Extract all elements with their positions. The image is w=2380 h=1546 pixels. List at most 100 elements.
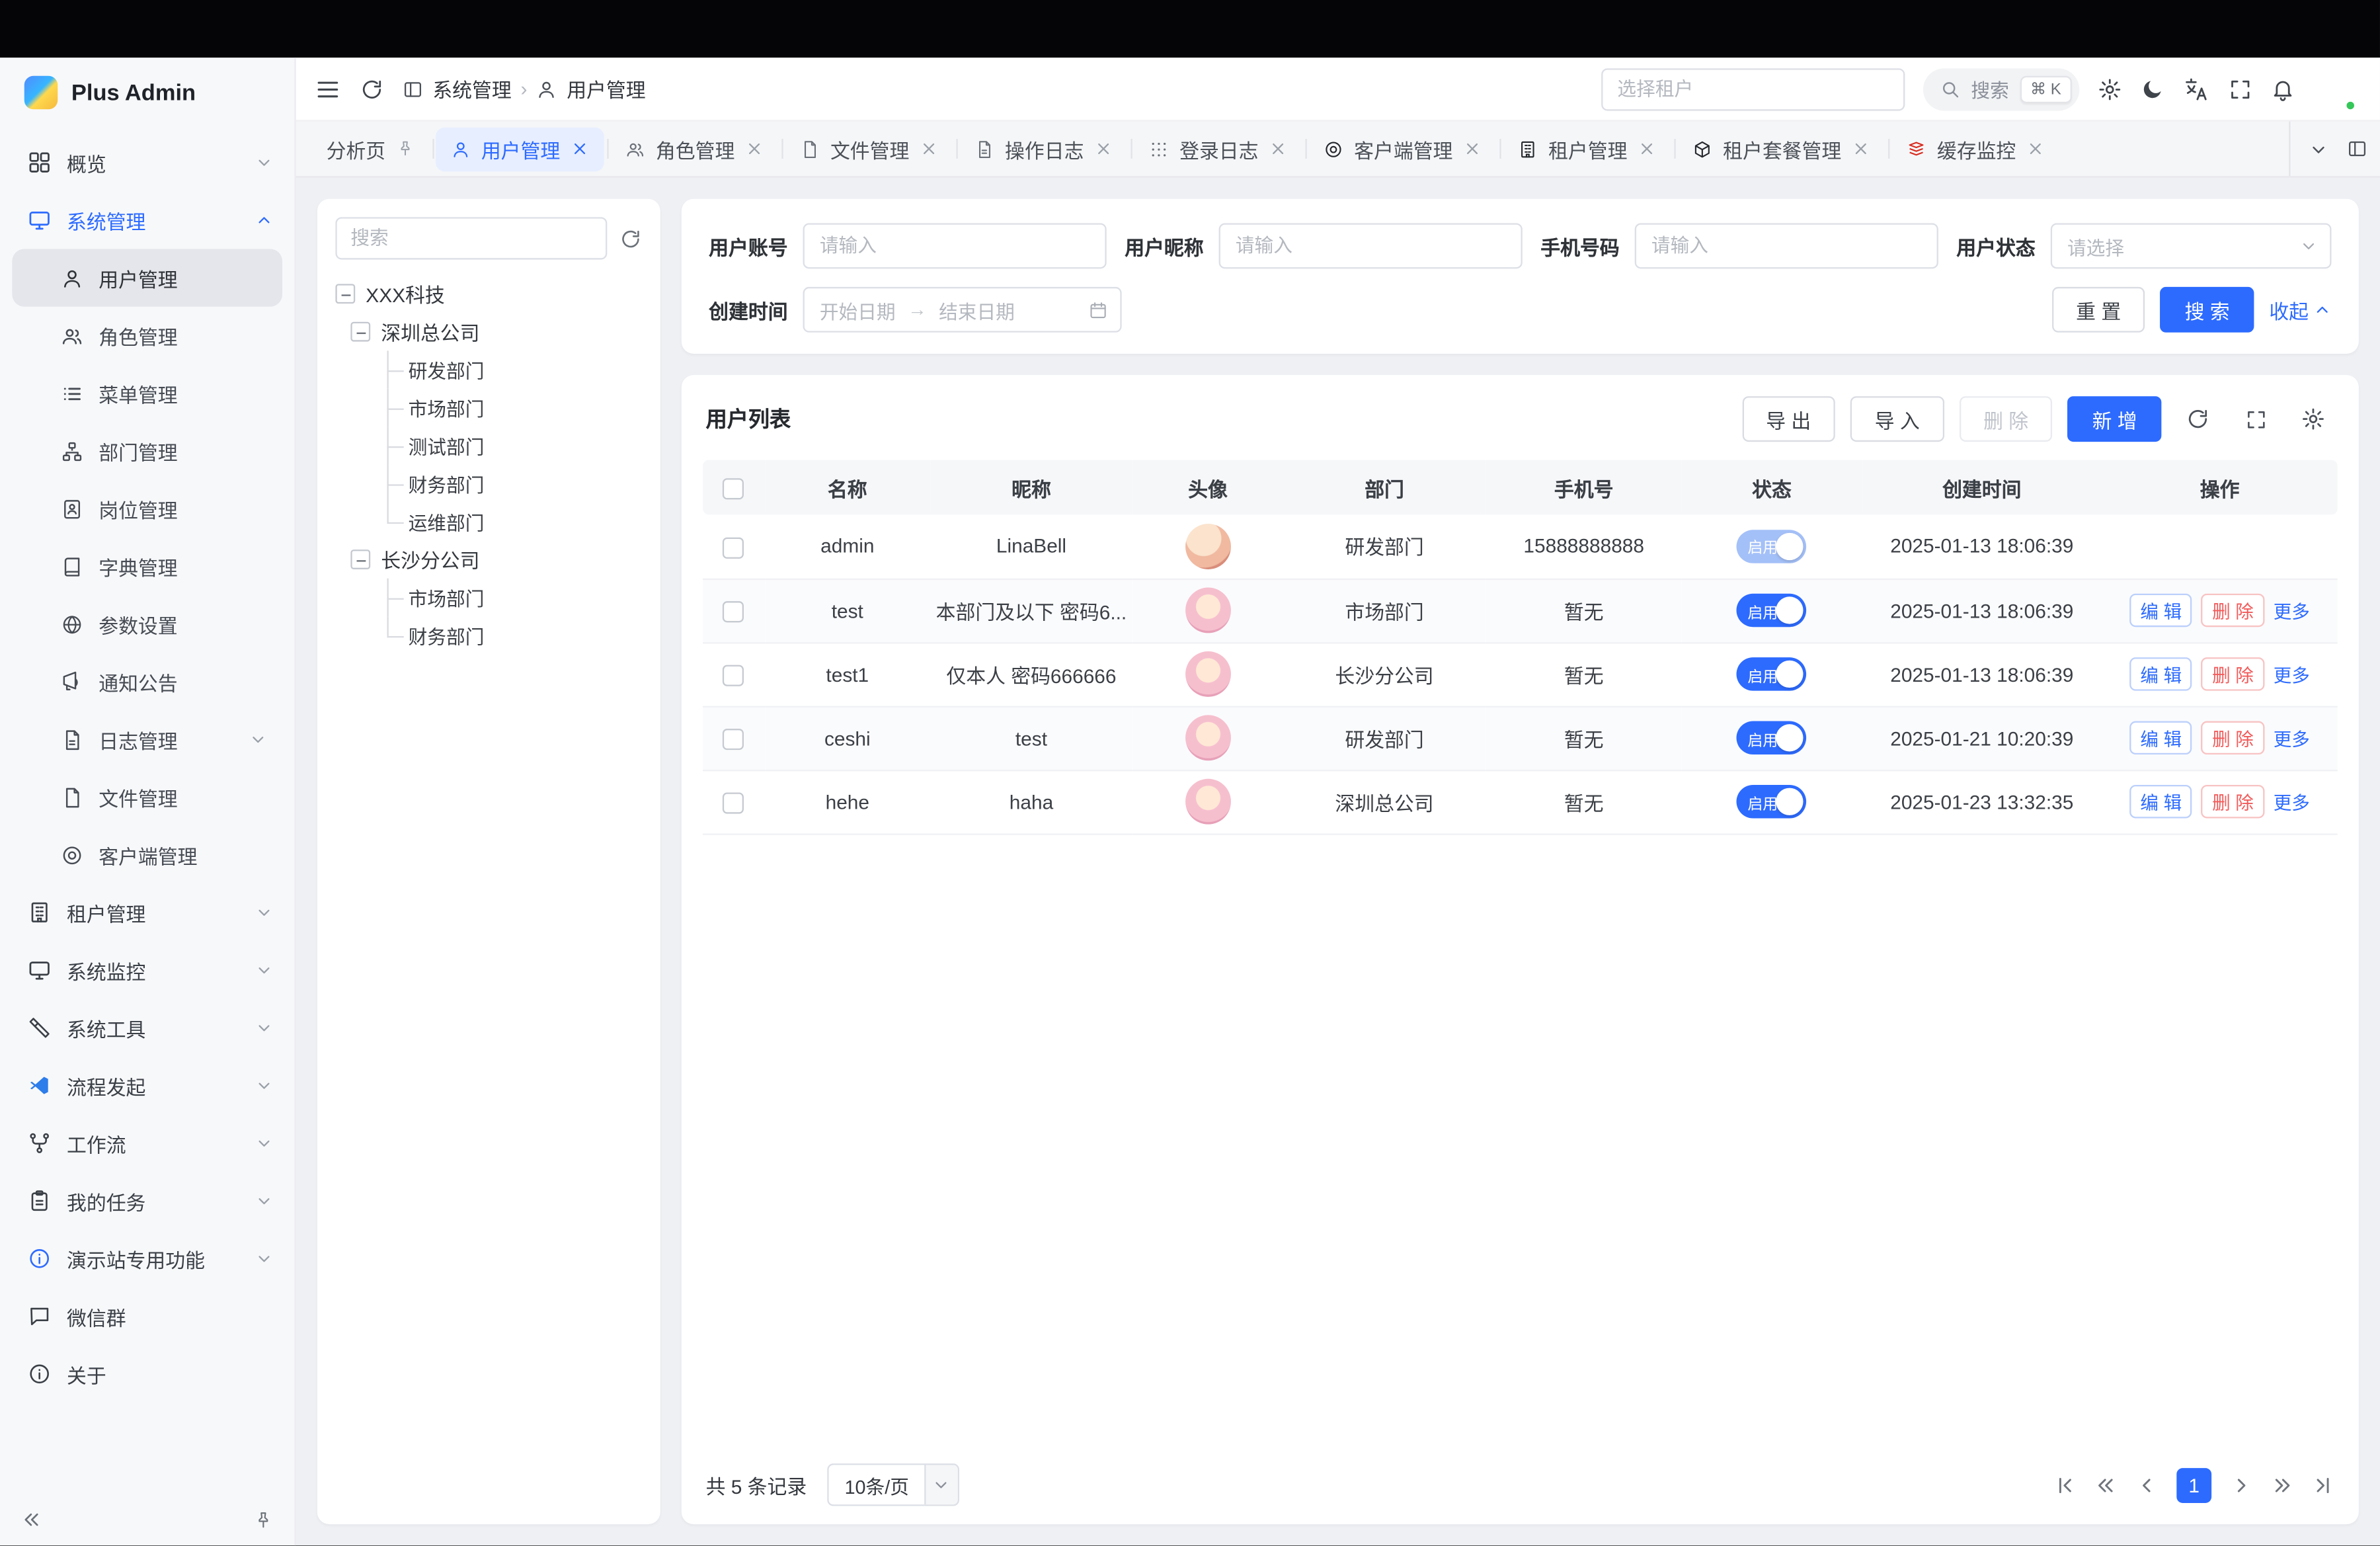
sidebar-item-workflow[interactable]: 工作流 xyxy=(0,1114,294,1172)
collapse-toggle-icon[interactable] xyxy=(350,549,370,569)
status-toggle[interactable]: 启用 xyxy=(1737,594,1807,628)
edit-button[interactable]: 编 辑 xyxy=(2129,594,2192,628)
next-page-button[interactable] xyxy=(2230,1474,2252,1496)
sidebar-item-dept-mgmt[interactable]: 部门管理 xyxy=(12,422,282,479)
notifications-bell-icon[interactable] xyxy=(2271,77,2295,101)
refresh-page-button[interactable] xyxy=(360,77,384,101)
tree-refresh-icon[interactable] xyxy=(619,227,642,249)
tab-client-mgmt[interactable]: 客户端管理 xyxy=(1308,127,1497,171)
sidebar-item-wechat-group[interactable]: 微信群 xyxy=(0,1287,294,1345)
user-avatar[interactable] xyxy=(2313,67,2356,110)
import-button[interactable]: 导 入 xyxy=(1850,396,1944,442)
sidebar-item-tenant-mgmt[interactable]: 租户管理 xyxy=(0,883,294,941)
tenant-select-input[interactable] xyxy=(1601,67,1904,110)
delete-button[interactable]: 删 除 xyxy=(1959,396,2052,442)
sidebar-item-process-start[interactable]: 流程发起 xyxy=(0,1057,294,1114)
nickname-input[interactable] xyxy=(1219,223,1523,268)
tree-node-leaf[interactable]: 财务部门 xyxy=(387,616,642,654)
close-icon[interactable] xyxy=(571,140,589,158)
sidebar-item-user-mgmt[interactable]: 用户管理 xyxy=(12,249,282,307)
edit-button[interactable]: 编 辑 xyxy=(2129,785,2192,819)
tab-login-log[interactable]: 登录日志 xyxy=(1134,127,1302,171)
sidebar-item-file-mgmt[interactable]: 文件管理 xyxy=(12,768,282,826)
status-toggle[interactable]: 启用 xyxy=(1737,657,1807,691)
close-icon[interactable] xyxy=(1638,140,1657,158)
delete-row-button[interactable]: 删 除 xyxy=(2202,594,2264,628)
row-checkbox[interactable] xyxy=(723,792,744,813)
app-logo[interactable]: Plus Admin xyxy=(0,58,294,128)
sidebar-item-my-tasks[interactable]: 我的任务 xyxy=(0,1172,294,1229)
sidebar-item-dict-mgmt[interactable]: 字典管理 xyxy=(12,538,282,595)
sidebar-item-menu-mgmt[interactable]: 菜单管理 xyxy=(12,364,282,422)
tree-node-leaf[interactable]: 市场部门 xyxy=(387,389,642,427)
first-page-button[interactable] xyxy=(2053,1474,2076,1496)
collapse-toggle-icon[interactable] xyxy=(350,322,370,342)
sidebar-item-overview[interactable]: 概览 xyxy=(0,134,294,191)
sidebar-item-system-monitor[interactable]: 系统监控 xyxy=(0,941,294,998)
sidebar-item-param-settings[interactable]: 参数设置 xyxy=(12,595,282,653)
add-button[interactable]: 新 增 xyxy=(2068,396,2161,442)
select-all-checkbox[interactable] xyxy=(723,478,744,499)
phone-input[interactable] xyxy=(1635,223,1938,268)
collapse-sidebar-icon[interactable] xyxy=(21,1510,42,1531)
search-button[interactable]: 搜 索 xyxy=(2161,287,2254,333)
settings-gear-icon[interactable] xyxy=(2098,77,2122,101)
close-icon[interactable] xyxy=(2026,140,2045,158)
row-checkbox[interactable] xyxy=(723,665,744,686)
more-button[interactable]: 更多 xyxy=(2274,597,2310,623)
reset-button[interactable]: 重 置 xyxy=(2051,287,2145,333)
tab-analysis[interactable]: 分析页 xyxy=(311,127,430,171)
status-toggle[interactable]: 启用 xyxy=(1737,785,1807,819)
tree-node-leaf[interactable]: 测试部门 xyxy=(387,427,642,464)
sidebar-item-system-tools[interactable]: 系统工具 xyxy=(0,999,294,1057)
sidebar-item-system-mgmt[interactable]: 系统管理 xyxy=(0,191,294,249)
forward-five-pages-button[interactable] xyxy=(2271,1474,2293,1496)
collapse-toggle-icon[interactable] xyxy=(335,284,355,304)
tab-role-mgmt[interactable]: 角色管理 xyxy=(610,127,779,171)
table-refresh-icon[interactable] xyxy=(2176,398,2219,440)
pin-icon[interactable] xyxy=(253,1510,273,1530)
sidebar-item-client-mgmt[interactable]: 客户端管理 xyxy=(12,826,282,883)
tab-file-mgmt[interactable]: 文件管理 xyxy=(785,127,953,171)
tab-tenant-mgmt[interactable]: 租户管理 xyxy=(1503,127,1671,171)
row-checkbox[interactable] xyxy=(723,537,744,558)
row-checkbox[interactable] xyxy=(723,729,744,750)
close-icon[interactable] xyxy=(1852,140,1870,158)
close-icon[interactable] xyxy=(745,140,764,158)
edit-button[interactable]: 编 辑 xyxy=(2129,657,2192,691)
global-search-button[interactable]: 搜索 ⌘ K xyxy=(1923,67,2079,110)
prev-page-button[interactable] xyxy=(2135,1474,2158,1496)
more-button[interactable]: 更多 xyxy=(2274,725,2310,751)
status-toggle[interactable]: 启用 xyxy=(1737,721,1807,755)
tree-node-leaf[interactable]: 研发部门 xyxy=(387,350,642,388)
sidebar-item-post-mgmt[interactable]: 岗位管理 xyxy=(12,480,282,538)
close-icon[interactable] xyxy=(1269,140,1288,158)
back-five-pages-button[interactable] xyxy=(2094,1474,2117,1496)
tree-search-input[interactable] xyxy=(335,217,607,259)
collapse-filters-button[interactable]: 收起 xyxy=(2269,296,2331,325)
fullscreen-icon[interactable] xyxy=(2228,77,2252,101)
status-toggle[interactable]: 启用 xyxy=(1737,530,1807,563)
export-button[interactable]: 导 出 xyxy=(1742,396,1835,442)
tab-layout-icon[interactable] xyxy=(2346,138,2367,159)
row-checkbox[interactable] xyxy=(723,601,744,622)
page-number-button[interactable]: 1 xyxy=(2176,1468,2211,1503)
tree-node-leaf[interactable]: 市场部门 xyxy=(387,579,642,616)
edit-button[interactable]: 编 辑 xyxy=(2129,721,2192,755)
pin-icon[interactable] xyxy=(396,140,415,158)
tree-node-branch[interactable]: 长沙分公司 xyxy=(350,540,642,578)
tab-operation-log[interactable]: 操作日志 xyxy=(959,127,1128,171)
more-button[interactable]: 更多 xyxy=(2274,789,2310,815)
delete-row-button[interactable]: 删 除 xyxy=(2202,785,2264,819)
close-icon[interactable] xyxy=(1463,140,1482,158)
tab-cache-monitor[interactable]: 缓存监控 xyxy=(1891,127,2060,171)
date-range-picker[interactable]: 开始日期 → 结束日期 xyxy=(803,287,1122,333)
tab-user-mgmt[interactable]: 用户管理 xyxy=(436,127,604,171)
table-settings-icon[interactable] xyxy=(2292,398,2334,440)
sidebar-item-log-mgmt[interactable]: 日志管理 xyxy=(12,710,282,768)
sidebar-item-demo-features[interactable]: 演示站专用功能 xyxy=(0,1230,294,1287)
delete-row-button[interactable]: 删 除 xyxy=(2202,657,2264,691)
tab-options-chevron-icon[interactable] xyxy=(2309,139,2328,159)
menu-toggle-button[interactable] xyxy=(314,75,341,102)
status-select[interactable]: 请选择 xyxy=(2051,223,2332,268)
